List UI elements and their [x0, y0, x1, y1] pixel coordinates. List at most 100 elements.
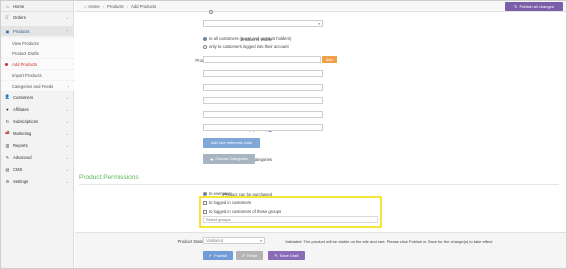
save-draft-label: Save Draft	[279, 253, 299, 258]
chevron-up-icon: ⌃	[65, 28, 69, 34]
check-icon: ✔	[208, 253, 213, 258]
publish-button[interactable]: ✔ Publish	[203, 251, 233, 260]
chevron-down-icon: ⌄	[65, 94, 69, 100]
sidebar-item-label: Marketing	[13, 130, 32, 136]
sidebar-item-label: Reports	[13, 142, 28, 148]
sidebar-item-subscriptions[interactable]: ↻ Subscriptions ⌄	[1, 116, 74, 126]
upc-input[interactable]	[203, 84, 323, 91]
product-state-select[interactable]: Validated ▾	[203, 237, 265, 244]
sku-auto-button[interactable]: Auto	[322, 56, 337, 63]
visible-option-all-label: to all customers (guest and account hold…	[209, 36, 292, 41]
breadcrumb-home[interactable]: Home	[89, 4, 100, 9]
sidebar-subitem-label: Add Products	[12, 61, 38, 67]
isbn-input[interactable]	[203, 111, 323, 118]
sidebar-subitem-view-products[interactable]: View Products	[1, 38, 74, 48]
sidebar-item-label: Subscriptions	[13, 118, 39, 124]
reset-button[interactable]: ↺ Reset	[236, 251, 263, 260]
chevron-down-icon: ⌄	[65, 130, 69, 136]
sidebar-item-advanced[interactable]: ✎ Advanced ⌄	[1, 152, 74, 162]
breadcrumb-separator: ›	[102, 4, 105, 9]
sku-input[interactable]	[203, 56, 321, 63]
sidebar-item-reports[interactable]: ▥ Reports ⌄	[1, 140, 74, 150]
sidebar-subitem-add-products[interactable]: Add Products	[1, 59, 74, 69]
product-state-label: Product State	[177, 239, 203, 244]
sidebar-item-label: Orders	[13, 14, 26, 20]
megaphone-icon: 📣	[4, 130, 11, 135]
sidebar-subitem-categories-feeds[interactable]: Categories and Feeds ›	[1, 81, 74, 91]
radio-button[interactable]	[203, 44, 207, 49]
sidebar-item-label: Customers	[13, 94, 34, 100]
sidebar-item-customers[interactable]: 👤 Customers ⌄	[1, 92, 74, 102]
chevron-down-icon: ⌄	[65, 178, 69, 184]
sidebar-item-cms[interactable]: ▤ CMS ⌄	[1, 164, 74, 174]
heart-icon: ♥	[6, 106, 9, 112]
sidebar-subitem-label: Categories and Feeds	[12, 83, 54, 89]
save-icon: ✎	[274, 253, 278, 258]
sidebar-item-affiliates[interactable]: ♥ Affiliates ⌄	[1, 104, 74, 114]
refresh-icon: ↻	[514, 4, 518, 9]
publish-label: Publish	[214, 253, 228, 258]
reset-label: Reset	[246, 253, 258, 258]
chevron-down-icon: ▾	[260, 239, 262, 243]
cart-icon: 🛒	[4, 14, 11, 19]
visible-option-all[interactable]: to all customers (guest and account hold…	[203, 36, 291, 41]
highlight-box	[199, 196, 382, 228]
chevron-down-icon: ⌄	[65, 118, 69, 124]
chevron-down-icon: ⌄	[65, 14, 69, 20]
plus-icon: ✚	[210, 157, 214, 162]
permissions-section-title: Product Permissions	[79, 174, 139, 181]
undo-icon: ↺	[241, 253, 245, 258]
product-state-value: Validated	[206, 238, 224, 243]
sidebar-item-label: Home	[13, 3, 25, 9]
chevron-down-icon: ▾	[318, 22, 320, 26]
save-draft-button[interactable]: ✎ Save Draft	[268, 251, 305, 260]
visible-option-logged-in[interactable]: only to customers logged into their acco…	[203, 44, 289, 49]
home-icon: ⌂	[6, 3, 9, 9]
radio-button[interactable]	[209, 10, 213, 14]
gear-icon: ⚙	[5, 178, 10, 184]
breadcrumb-products[interactable]: Products	[107, 4, 124, 9]
wrench-icon: ✎	[5, 154, 10, 160]
sidebar-item-label: Affiliates	[13, 106, 29, 112]
sidebar-item-label: Advanced	[13, 154, 32, 160]
refresh-icon: ↻	[5, 118, 10, 124]
product-state-note: Validated: The product will be visible o…	[285, 239, 494, 244]
publish-all-button[interactable]: ↻ Publish all changes	[505, 2, 563, 11]
sidebar-item-home[interactable]: ⌂ Home	[1, 1, 74, 11]
download-type-select[interactable]: ▾	[203, 20, 323, 27]
choose-categories-button[interactable]: ✚ Choose Categories	[203, 154, 255, 164]
active-dot-icon	[5, 62, 8, 66]
form-footer: Product State Validated ▾ Validated: The…	[75, 232, 566, 268]
sidebar-item-settings[interactable]: ⚙ Settings ⌄	[1, 176, 74, 186]
section-divider	[79, 184, 559, 185]
cms-icon: ▤	[5, 166, 10, 172]
geo-input[interactable]	[203, 124, 323, 131]
home-icon: ⌂	[84, 4, 87, 9]
sidebar-subitem-import-products[interactable]: Import Products	[1, 70, 74, 80]
breadcrumb-add-products: Add Products	[131, 4, 157, 9]
sidebar: ⌂ Home 🛒 Orders ⌄ ▣ Products ⌃ View Prod…	[1, 1, 74, 268]
chart-icon: ▥	[5, 142, 10, 148]
jan-input[interactable]	[203, 97, 323, 104]
partial-radio-option[interactable]	[209, 10, 215, 14]
box-icon: ▣	[5, 28, 10, 34]
visible-option-logged-in-label: only to customers logged into their acco…	[209, 44, 289, 49]
top-header: ⌂ Home › Products › Add Products ↻ Publi…	[75, 1, 566, 12]
radio-button-selected[interactable]	[203, 191, 207, 196]
chevron-down-icon: ⌄	[65, 166, 69, 172]
sidebar-item-label: Products	[13, 28, 30, 34]
chevron-down-icon: ⌄	[65, 142, 69, 148]
radio-button-selected[interactable]	[203, 36, 207, 41]
add-reference-code-button[interactable]: Add new reference code	[203, 138, 260, 148]
user-icon: 👤	[4, 94, 11, 99]
sidebar-item-label: Settings	[13, 178, 29, 184]
breadcrumb: ⌂ Home › Products › Add Products	[84, 4, 156, 9]
chevron-right-icon: ›	[67, 83, 69, 89]
sidebar-item-marketing[interactable]: 📣 Marketing ⌄	[1, 128, 74, 138]
main-content: Type of downloadable product ▾ Product i…	[75, 10, 566, 268]
sidebar-item-orders[interactable]: 🛒 Orders ⌄	[1, 12, 74, 22]
sidebar-subitem-product-drafts[interactable]: Product Drafts	[1, 48, 74, 58]
chevron-down-icon: ⌄	[65, 154, 69, 160]
sidebar-item-products[interactable]: ▣ Products ⌃	[1, 26, 74, 36]
ean-input[interactable]	[203, 70, 323, 77]
